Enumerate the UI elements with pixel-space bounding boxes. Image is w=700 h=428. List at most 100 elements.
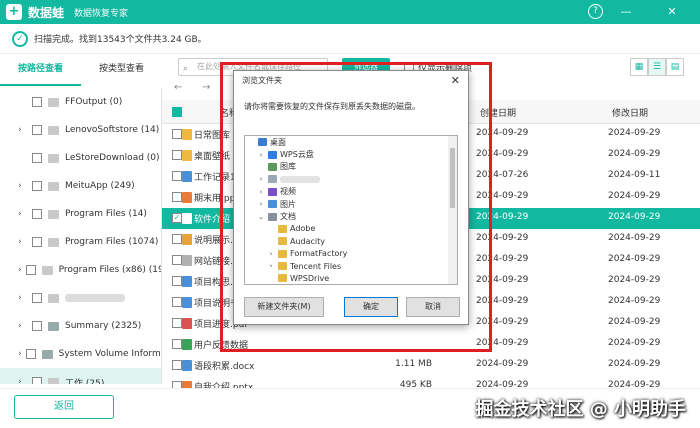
column-modified[interactable]: 修改日期	[612, 106, 648, 119]
row-checkbox[interactable]	[172, 339, 182, 349]
tree-item[interactable]: 桌面	[245, 136, 457, 148]
row-checkbox[interactable]	[172, 318, 182, 328]
sidebar-item[interactable]: › Program Files (14)	[0, 200, 161, 228]
sidebar-item-checkbox[interactable]	[25, 349, 36, 359]
chevron-right-icon[interactable]: ›	[18, 377, 28, 384]
file-icon	[182, 171, 192, 182]
sidebar-item[interactable]: › System Volume Informati	[0, 340, 161, 368]
row-checkbox[interactable]	[172, 192, 182, 202]
sidebar-item-checkbox[interactable]	[32, 97, 42, 107]
sidebar-item[interactable]: FFOutput (0)	[0, 88, 161, 116]
sidebar-item[interactable]: › MeituApp (249)	[0, 172, 161, 200]
sidebar-item-checkbox[interactable]	[32, 237, 42, 247]
tree-scrollbar-thumb[interactable]	[450, 148, 455, 208]
tree-scrollbar[interactable]	[448, 136, 457, 284]
sidebar-item-checkbox[interactable]	[25, 265, 36, 275]
tree-item[interactable]: › 视频	[245, 186, 457, 198]
tree-item[interactable]: Audacity	[245, 235, 457, 247]
expand-arrow-icon[interactable]: ›	[257, 175, 265, 183]
detail-view-icon[interactable]: ▤	[666, 58, 684, 76]
tree-item[interactable]: ›	[245, 173, 457, 185]
expand-arrow-icon[interactable]: ⌄	[257, 213, 265, 221]
file-name: 日常图库	[194, 131, 231, 141]
chevron-right-icon[interactable]: ›	[18, 181, 28, 191]
ok-button[interactable]: 确定	[344, 297, 398, 317]
file-icon	[182, 360, 192, 371]
app-logo-icon: +	[6, 4, 22, 20]
table-row[interactable]: 自我介绍.pptx 495 KB 2024-09-29 2024-09-29	[162, 376, 700, 388]
row-checkbox[interactable]	[172, 381, 182, 388]
row-checkbox[interactable]	[172, 150, 182, 160]
file-icon	[182, 234, 192, 245]
chevron-right-icon[interactable]: ›	[18, 349, 22, 359]
tree-item[interactable]: 图库	[245, 161, 457, 173]
sidebar-item-checkbox[interactable]	[32, 321, 42, 331]
table-row[interactable]: 语段积累.docx 1.11 MB 2024-09-29 2024-09-29	[162, 355, 700, 376]
tree-item-label: WPSDrive	[290, 273, 330, 283]
column-created[interactable]: 创建日期	[480, 106, 516, 119]
cancel-button[interactable]: 取消	[406, 297, 460, 317]
new-folder-button[interactable]: 新建文件夹(M)	[244, 297, 324, 317]
row-checkbox[interactable]	[172, 276, 182, 286]
help-icon[interactable]: ?	[588, 4, 603, 19]
tree-item[interactable]: › FormatFactory	[245, 248, 457, 260]
tab-by-type[interactable]: 按类型查看	[81, 56, 162, 86]
tree-item[interactable]: › Tencent Files	[245, 260, 457, 272]
file-modified: 2024-09-29	[608, 254, 661, 264]
select-all-checkbox[interactable]	[172, 107, 182, 117]
table-row[interactable]: 用户反馈数据 2024-09-29 2024-09-29	[162, 334, 700, 355]
tree-item[interactable]: ⌄ 文档	[245, 210, 457, 222]
sidebar-item-checkbox[interactable]	[32, 209, 42, 219]
expand-arrow-icon[interactable]: ›	[257, 200, 265, 208]
back-arrow-icon[interactable]: ←	[174, 82, 182, 93]
row-checkbox[interactable]	[172, 360, 182, 370]
sidebar-item-checkbox[interactable]	[32, 377, 42, 384]
sidebar-item-checkbox[interactable]	[32, 153, 42, 163]
sidebar-item[interactable]: LeStoreDownload (0)	[0, 144, 161, 172]
row-checkbox[interactable]	[172, 234, 182, 244]
chevron-right-icon[interactable]: ›	[18, 237, 28, 247]
chevron-right-icon[interactable]: ›	[18, 321, 28, 331]
sidebar-item[interactable]: › Summary (2325)	[0, 312, 161, 340]
expand-arrow-icon[interactable]: ›	[267, 250, 275, 258]
sidebar-item-checkbox[interactable]	[32, 293, 42, 303]
row-checkbox[interactable]: ✓	[172, 213, 182, 223]
sidebar-item[interactable]: › LenovoSoftstore (14)	[0, 116, 161, 144]
grid-view-icon[interactable]: ▦	[630, 58, 648, 76]
forward-arrow-icon[interactable]: →	[202, 82, 210, 93]
row-checkbox[interactable]	[172, 171, 182, 181]
close-button[interactable]: ✕	[664, 4, 680, 20]
sidebar-item-checkbox[interactable]	[32, 125, 42, 135]
sidebar-item[interactable]: › Program Files (1074)	[0, 228, 161, 256]
list-view-icon[interactable]: ☰	[648, 58, 666, 76]
dialog-close-icon[interactable]: ✕	[451, 74, 460, 87]
tab-by-path[interactable]: 按路径查看	[0, 56, 81, 86]
folder-icon	[268, 187, 277, 196]
tree-item[interactable]: WPSDrive	[245, 272, 457, 284]
sidebar-item[interactable]: › Program Files (x86) (1976	[0, 256, 161, 284]
tree-item[interactable]: › 图片	[245, 198, 457, 210]
sidebar-item-checkbox[interactable]	[32, 181, 42, 191]
tree-item-label: 图片	[280, 199, 296, 209]
row-checkbox[interactable]	[172, 297, 182, 307]
row-checkbox[interactable]	[172, 255, 182, 265]
dialog-title: 浏览文件夹	[234, 71, 468, 91]
chevron-right-icon[interactable]: ›	[18, 209, 28, 219]
expand-arrow-icon[interactable]: ›	[257, 151, 265, 159]
expand-arrow-icon[interactable]: ›	[267, 262, 275, 270]
title-bar: + 数据蛙 数据恢复专家 ? — ✕	[0, 0, 700, 24]
tree-item-label: 视频	[280, 187, 296, 197]
sidebar-item[interactable]: ›	[0, 284, 161, 312]
row-checkbox[interactable]	[172, 129, 182, 139]
chevron-right-icon[interactable]: ›	[18, 293, 28, 303]
tree-item[interactable]: › WPS云盘	[245, 148, 457, 160]
chevron-right-icon[interactable]: ›	[18, 125, 28, 135]
sidebar-item[interactable]: › 工作 (25)	[0, 368, 161, 384]
folder-icon	[278, 237, 287, 246]
minimize-button[interactable]: —	[618, 4, 634, 20]
chevron-right-icon[interactable]: ›	[18, 265, 22, 275]
back-button[interactable]: 返回	[14, 395, 114, 419]
check-circle-icon: ✓	[12, 30, 28, 47]
expand-arrow-icon[interactable]: ›	[257, 188, 265, 196]
tree-item[interactable]: Adobe	[245, 223, 457, 235]
